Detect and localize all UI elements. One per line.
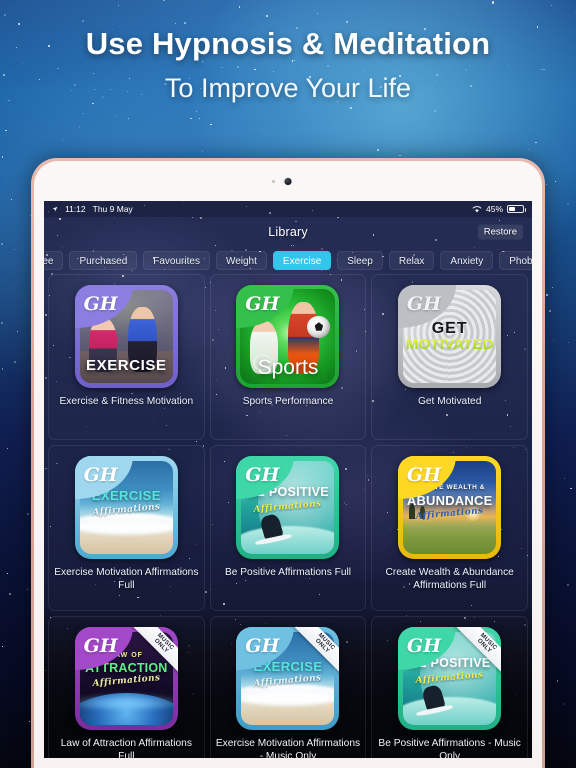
battery-icon [507,205,526,213]
library-item[interactable]: BE POSITIVE Affirmations GH Be Positive … [209,445,367,611]
library-item-caption: Exercise Motivation Affirmations Full [54,567,199,592]
library-item-caption: Exercise Motivation Affirmations - Music… [215,738,361,758]
front-camera-icon [284,178,292,185]
tab-exercise[interactable]: Exercise [272,251,332,270]
library-grid: EXERCISE GH Exercise & Fitness Motivatio… [44,274,532,758]
headline-line-1: Use Hypnosis & Meditation [85,26,491,61]
wifi-icon [472,206,482,213]
library-item[interactable]: EXERCISE Affirmations GH MUSIC ONLY Exerci… [209,616,367,758]
library-item[interactable]: LAW OF ATTRACTION Affirmations GH MUSIC O… [48,616,205,758]
library-item[interactable]: EXERCISE GH Exercise & Fitness Motivatio… [48,274,205,440]
status-date: Thu 9 May [92,204,133,214]
category-tab-bar[interactable]: ree Purchased Favourites Weight Exercise Slee… [44,247,532,274]
library-item[interactable]: Sports GH Sports Performance [209,274,367,440]
status-bar-left: 11:12 Thu 9 May [52,204,133,214]
library-item-artwork[interactable]: Sports GH [236,285,340,388]
library-item-artwork[interactable]: LAW OF ATTRACTION Affirmations GH MUSIC O… [74,627,178,730]
tab-phobias[interactable]: Phobias [499,251,532,270]
tab-free[interactable]: ree [44,251,64,270]
page-title: Library [268,225,308,239]
library-item-artwork[interactable]: EXERCISE Affirmations GH [74,456,178,559]
ipad-device-frame: 11:12 Thu 9 May 45% Library Restore ee P… [31,158,545,768]
tab-anxiety[interactable]: Anxiety [440,251,494,270]
library-item-caption: Be Positive Affirmations Full [224,567,352,578]
tab-sleep[interactable]: Sleep [337,251,383,270]
promo-headline: Use Hypnosis & Meditation To Improve You… [0,26,576,104]
library-item[interactable]: EXERCISE Affirmations GH Exercise Motiva… [48,445,205,611]
tab-purchased[interactable]: Purchased [69,251,138,270]
library-item-artwork[interactable]: CREATE WEALTH & ABUNDANCE Affirmations G… [398,456,502,559]
library-item-caption: Sports Performance [242,396,334,407]
ipad-bezel: 11:12 Thu 9 May 45% Library Restore ee P… [34,161,542,768]
restore-button[interactable]: Restore [477,224,523,240]
status-bar: 11:12 Thu 9 May 45% [44,201,532,217]
library-item-caption: Law of Attraction Affirmations Full [60,738,192,758]
library-item-caption: Exercise & Fitness Motivation [59,396,194,407]
ambient-sensor-icon [272,180,275,183]
library-item-caption: Create Wealth & Abundance Affirmations F… [385,567,514,592]
library-item-artwork[interactable]: BE POSITIVE Affirmations GH [236,456,340,559]
library-item-artwork[interactable]: EXERCISE GH [74,285,178,388]
library-item-artwork[interactable]: EXERCISE Affirmations GH MUSIC ONLY [236,627,340,730]
library-item[interactable]: CREATE WEALTH & ABUNDANCE Affirmations G… [371,445,528,611]
tab-weight[interactable]: Weight [215,251,267,270]
battery-percent-label: 45% [485,204,503,214]
library-item-artwork[interactable]: GET MOTIVATED GH [398,285,502,388]
app-screen: 11:12 Thu 9 May 45% Library Restore ee P… [44,201,532,758]
location-arrow-icon [52,206,58,212]
library-item-caption: Get Motivated [417,396,482,407]
status-bar-right: 45% [472,204,526,214]
tab-favourites[interactable]: Favourites [143,251,210,270]
library-item[interactable]: BE POSITIVE Affirmations GH MUSIC ONLY Be … [371,616,528,758]
library-item[interactable]: GET MOTIVATED GH Get Motivated [371,274,528,440]
headline-line-2: To Improve Your Life [164,72,412,103]
tab-relax[interactable]: Relax [388,251,435,270]
library-item-artwork[interactable]: BE POSITIVE Affirmations GH MUSIC ONLY [398,627,502,730]
navigation-bar: Library Restore [44,217,532,247]
library-item-caption: Be Positive Affirmations - Music Only [378,738,521,758]
status-time: 11:12 [65,204,86,214]
